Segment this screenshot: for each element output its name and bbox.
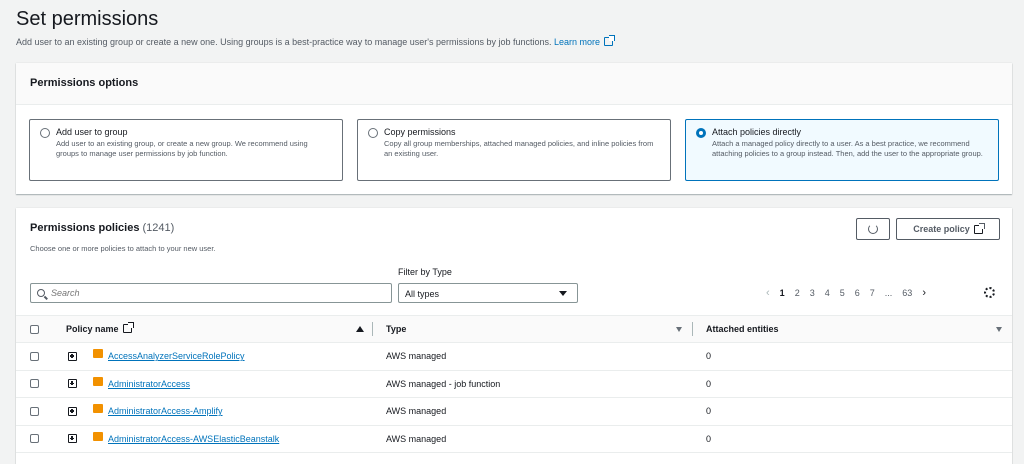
policies-title-text: Permissions policies	[30, 222, 140, 234]
option-description: Add user to an existing group, or create…	[56, 139, 308, 158]
page-63[interactable]: 63	[902, 288, 912, 298]
page-6[interactable]: 6	[855, 288, 860, 298]
search-input[interactable]	[51, 288, 351, 298]
expand-icon[interactable]	[68, 351, 77, 361]
page-1[interactable]: 1	[780, 288, 785, 298]
option-description: Attach a managed policy directly to a us…	[712, 139, 983, 158]
table-header: Policy name Type Attached entities	[16, 315, 1012, 343]
next-page-button[interactable]: ›	[922, 287, 926, 299]
column-policy-name[interactable]: Policy name	[66, 322, 134, 334]
column-policy-name-label: Policy name	[66, 324, 119, 334]
search-icon	[37, 289, 45, 297]
external-link-icon	[973, 222, 985, 234]
policy-attached-count: 0	[706, 433, 712, 444]
option-title: Attach policies directly	[712, 127, 802, 137]
expand-icon[interactable]	[68, 379, 77, 389]
sort-icon[interactable]	[676, 326, 682, 332]
prev-page-button[interactable]: ‹	[766, 287, 770, 299]
option-description: Copy all group memberships, attached man…	[384, 139, 654, 158]
radio-copy-permissions[interactable]	[368, 128, 378, 138]
caret-down-icon	[559, 291, 567, 296]
learn-more-link[interactable]: Learn more	[554, 35, 616, 47]
table-row: AdministratorAccess-AWSElasticBeanstalk …	[16, 426, 1012, 453]
row-checkbox[interactable]	[30, 406, 39, 416]
table-row: AdministratorAccess AWS managed - job fu…	[16, 371, 1012, 398]
radio-attach-policies-directly[interactable]	[696, 128, 706, 138]
select-all-checkbox[interactable]	[30, 324, 39, 334]
row-checkbox[interactable]	[30, 434, 39, 444]
policy-type: AWS managed - job function	[386, 378, 501, 389]
filter-type-value: All types	[405, 289, 440, 299]
page-5[interactable]: 5	[840, 288, 845, 298]
page-7[interactable]: 7	[870, 288, 875, 298]
policy-cube-icon	[93, 431, 103, 441]
policy-name-link[interactable]: AccessAnalyzerServiceRolePolicy	[108, 351, 245, 361]
create-policy-label: Create policy	[913, 224, 970, 234]
option-title: Add user to group	[56, 127, 128, 137]
row-checkbox[interactable]	[30, 351, 39, 361]
create-policy-button[interactable]: Create policy	[896, 218, 1000, 240]
refresh-button[interactable]	[856, 218, 890, 240]
policy-type: AWS managed	[386, 433, 447, 444]
policy-name-link[interactable]: AdministratorAccess	[108, 379, 190, 389]
policies-description: Choose one or more policies to attach to…	[30, 244, 216, 253]
column-type[interactable]: Type	[386, 324, 406, 334]
policy-name-link[interactable]: AdministratorAccess-AWSElasticBeanstalk	[108, 434, 279, 444]
page-title: Set permissions	[16, 8, 159, 30]
sort-ascending-icon[interactable]	[356, 326, 364, 332]
sort-icon[interactable]	[996, 326, 1002, 332]
column-divider	[372, 322, 373, 336]
permissions-options-panel: Permissions options Add user to group Ad…	[16, 63, 1012, 194]
policy-attached-count: 0	[706, 351, 712, 362]
policy-cube-icon	[93, 349, 103, 358]
policy-cube-icon	[93, 376, 103, 386]
filter-type-select[interactable]: All types	[398, 283, 578, 303]
page-description-text: Add user to an existing group or create …	[16, 37, 552, 47]
learn-more-label: Learn more	[554, 37, 601, 47]
option-copy-permissions[interactable]: Copy permissions Copy all group membersh…	[357, 119, 671, 181]
permissions-policies-title: Permissions policies (1241)	[30, 222, 174, 234]
policy-type: AWS managed	[386, 351, 447, 362]
radio-add-user-to-group[interactable]	[40, 128, 50, 138]
policy-name-link[interactable]: AdministratorAccess-Amplify	[108, 406, 223, 416]
page-3[interactable]: 3	[810, 288, 815, 298]
filter-by-type-label: Filter by Type	[398, 267, 452, 277]
option-title: Copy permissions	[384, 127, 456, 137]
expand-icon[interactable]	[68, 406, 77, 416]
column-divider	[692, 322, 693, 336]
permissions-policies-panel: Permissions policies (1241) Choose one o…	[16, 208, 1012, 464]
table-row: AccessAnalyzerServiceRolePolicy AWS mana…	[16, 343, 1012, 371]
policy-attached-count: 0	[706, 378, 712, 389]
pagination: ‹ 1 2 3 4 5 6 7 ... 63 ›	[766, 287, 926, 299]
policies-count: (1241)	[142, 222, 175, 234]
page-4[interactable]: 4	[825, 288, 830, 298]
column-attached-entities[interactable]: Attached entities	[706, 324, 779, 334]
table-row: AdministratorAccess-Amplify AWS managed …	[16, 398, 1012, 426]
option-add-user-to-group[interactable]: Add user to group Add user to an existin…	[29, 119, 343, 181]
policy-attached-count: 0	[706, 406, 712, 417]
external-link-icon	[122, 322, 134, 333]
search-box	[30, 283, 392, 303]
permissions-options-title: Permissions options	[16, 63, 1012, 105]
gear-icon[interactable]	[984, 287, 995, 298]
policy-cube-icon	[93, 404, 103, 413]
policy-type: AWS managed	[386, 406, 447, 417]
external-link-icon	[604, 35, 616, 46]
page-2[interactable]: 2	[795, 288, 800, 298]
page-description: Add user to an existing group or create …	[16, 35, 616, 47]
row-checkbox[interactable]	[30, 379, 39, 389]
permission-option-tiles: Add user to group Add user to an existin…	[29, 119, 999, 181]
page-ellipsis: ...	[884, 288, 893, 298]
policies-table: Policy name Type Attached entities Acces…	[16, 315, 1012, 453]
expand-icon[interactable]	[68, 434, 77, 444]
refresh-icon	[868, 224, 878, 234]
option-attach-policies-directly[interactable]: Attach policies directly Attach a manage…	[685, 119, 999, 181]
